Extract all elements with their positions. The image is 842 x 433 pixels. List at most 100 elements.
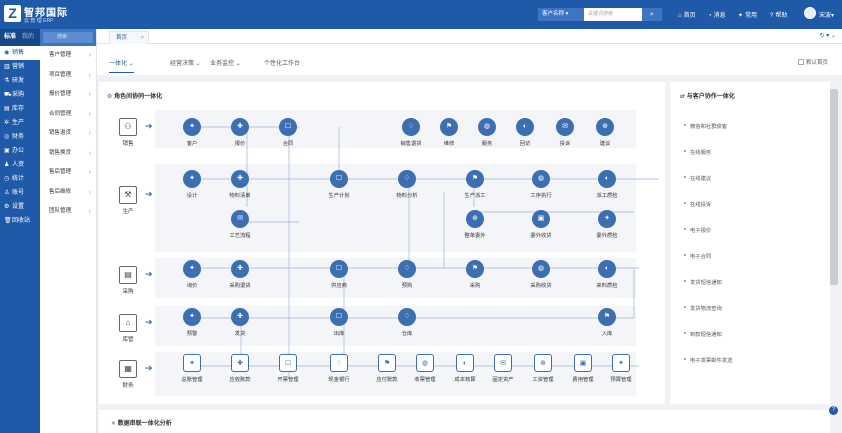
flow-node-purchase[interactable]: ✦ 询价: [172, 260, 212, 289]
flow-node-finance[interactable]: ✉ 固定资产: [483, 354, 523, 383]
sidebar-header[interactable]: 标准 我的: [0, 29, 40, 46]
customer-link[interactable]: 在线建议: [683, 174, 711, 182]
sidebar-item-2[interactable]: ⚗ 研发: [0, 74, 40, 88]
flow-node-purchase[interactable]: ☐ 供应商: [319, 260, 359, 289]
flow-node-purchase[interactable]: ⚑ 采购: [455, 260, 495, 289]
customer-link[interactable]: 在线服务: [683, 148, 711, 156]
sidebar-item-1[interactable]: ▥ 营销: [0, 60, 40, 74]
customer-link[interactable]: 电子合同: [683, 252, 711, 260]
sidebar-item-6[interactable]: ◎ 财务: [0, 130, 40, 144]
flow-node-sales[interactable]: ✦ 客户: [172, 118, 212, 147]
flow-node-finance[interactable]: ⊕ 工资管理: [523, 354, 563, 383]
submenu-item[interactable]: 合同管理: [40, 105, 96, 125]
submenu-item[interactable]: 售后维修: [40, 183, 96, 203]
flow-node-finance[interactable]: ✦ 总账管理: [172, 354, 212, 383]
avatar[interactable]: [804, 7, 816, 19]
tab-workbench[interactable]: 个性化工作台: [264, 58, 300, 67]
flow-node-sales[interactable]: ☐ 合同: [268, 118, 308, 147]
flow-node-purchase[interactable]: ♢ 预购: [387, 260, 427, 289]
default-home-checkbox[interactable]: 默认首页: [797, 58, 828, 66]
submenu-search-input[interactable]: 搜索: [43, 32, 93, 43]
sidebar-item-12[interactable]: 🗑回收站: [0, 214, 40, 228]
flow-node-purchase[interactable]: ◐ 来料质检: [587, 260, 627, 289]
flow-node-sales[interactable]: ✚ 报价: [220, 118, 260, 147]
submenu-item[interactable]: 团队管理: [40, 202, 96, 222]
customer-link[interactable]: 电子报价: [683, 226, 711, 234]
flow-node-prod[interactable]: ▣ 委外收货: [521, 210, 561, 239]
flow-node-finance[interactable]: ⚑ 应付账款: [367, 354, 407, 383]
sidebar-item-5[interactable]: ✲ 生产: [0, 116, 40, 130]
sidebar-item-9[interactable]: ◷ 统计: [0, 172, 40, 186]
sidebar-item-11[interactable]: ⚙ 设置: [0, 200, 40, 214]
flow-node-stock[interactable]: ✚ 发货: [220, 308, 260, 337]
flow-node-sales[interactable]: ⚑ 维修: [429, 118, 469, 147]
customer-link[interactable]: 电子发票邮件发送: [683, 356, 732, 364]
flow-node-sales[interactable]: ✉ 投诉: [545, 118, 585, 147]
section-title: ⇄ 与客户协作一体化: [680, 94, 735, 100]
flow-node-prod[interactable]: ⚑ 生产派工: [455, 170, 495, 199]
flow-node-finance[interactable]: ✦ 预算管理: [601, 354, 641, 383]
flow-node-finance[interactable]: ☐ 开票管理: [268, 354, 308, 383]
flow-node-finance[interactable]: ◍ 收票管理: [405, 354, 445, 383]
nav-messages[interactable]: ◔ 消息: [708, 10, 726, 19]
flow-node-purchase[interactable]: ◍ 采购收货: [521, 260, 561, 289]
flow-node-prod[interactable]: ◍ 工序执行: [521, 170, 561, 199]
submenu-item[interactable]: 销售换货: [40, 144, 96, 164]
search-input[interactable]: 关键词搜索: [588, 8, 640, 21]
flow-node-finance[interactable]: ♢ 现金银行: [319, 354, 359, 383]
flow-node-prod[interactable]: ◐ 派工质检: [587, 170, 627, 199]
sidebar-item-7[interactable]: ▣ 办公: [0, 144, 40, 158]
search-type-select[interactable]: 客户名称 ▾: [538, 8, 584, 21]
sidebar-item-10[interactable]: ♙ 账号: [0, 186, 40, 200]
submenu-item[interactable]: 报价管理: [40, 85, 96, 105]
role-icon: ▤: [119, 266, 137, 284]
global-search: 客户名称 ▾ 关键词搜索 ⌕: [538, 8, 662, 21]
search-icon[interactable]: ⌕: [642, 8, 662, 21]
submenu-item[interactable]: 客户管理: [40, 46, 96, 66]
flow-node-finance[interactable]: ✚ 应收账款: [220, 354, 260, 383]
tab-integration[interactable]: 一体化 ⌄: [109, 58, 134, 73]
flow-node-prod[interactable]: ✦ 委外质检: [587, 210, 627, 239]
flow-node-prod[interactable]: ✚ 物料清单: [220, 170, 260, 199]
help-icon[interactable]: ?: [829, 406, 838, 415]
submenu-item[interactable]: 项目管理: [40, 66, 96, 86]
flow-node-prod[interactable]: ⊕ 整单委外: [455, 210, 495, 239]
flow-node-prod[interactable]: ✦ 设计: [172, 170, 212, 199]
user-name[interactable]: 宋波▾: [819, 10, 834, 19]
nav-favorites[interactable]: ✦ 常用: [738, 10, 757, 19]
flow-node-prod[interactable]: ☐ 生产计划: [319, 170, 359, 199]
tab-actions[interactable]: ↻ ▾ ⌄: [820, 32, 836, 39]
scrollbar[interactable]: [830, 89, 838, 285]
customer-link[interactable]: 发货短信通知: [684, 278, 722, 286]
tab-home[interactable]: 首页 ×: [109, 31, 149, 44]
flow-node-stock[interactable]: ☐ 出库: [319, 308, 359, 337]
flow-node-purchase[interactable]: ✚ 采购退货: [220, 260, 260, 289]
flow-node-stock[interactable]: ♢ 仓库: [387, 308, 427, 337]
flow-node-stock[interactable]: ⚑ 入库: [587, 308, 627, 337]
flow-node-prod[interactable]: ♢ 物料分析: [387, 170, 427, 199]
submenu-item[interactable]: 售后管理: [40, 163, 96, 183]
tab-monitor[interactable]: 业务监控 ⌄: [210, 58, 241, 67]
flow-node-sales[interactable]: ⊕ 建议: [585, 118, 625, 147]
flow-node-sales[interactable]: ◍ 服务: [467, 118, 507, 147]
flow-node-prod[interactable]: ✉ 工艺流程: [220, 210, 260, 239]
nav-home[interactable]: ⌂ 首页: [678, 10, 696, 19]
nav-help[interactable]: ? 帮助: [770, 10, 787, 19]
close-icon[interactable]: ×: [141, 32, 144, 44]
customer-link[interactable]: 发货物流查询: [684, 304, 722, 312]
node-icon: ▣: [532, 210, 550, 228]
tab-decision[interactable]: 经营决策 ⌄: [170, 58, 201, 67]
sidebar-item-3[interactable]: ⛟采购: [0, 88, 40, 102]
sidebar-item-0[interactable]: ◉ 销售: [0, 46, 40, 60]
sidebar-item-8[interactable]: ♟ 人资: [0, 158, 40, 172]
flow-node-finance[interactable]: ◐ 成本核算: [445, 354, 485, 383]
customer-link[interactable]: 在线投诉: [683, 200, 711, 208]
submenu-item[interactable]: 销售退货: [40, 124, 96, 144]
flow-node-sales[interactable]: ♢ 销售退货: [391, 118, 431, 147]
customer-link[interactable]: 到款短信通知: [684, 330, 722, 338]
flow-node-stock[interactable]: ✦ 预警: [172, 308, 212, 337]
customer-link[interactable]: 微信和社群获客: [683, 122, 727, 130]
flow-node-sales[interactable]: ◐ 回访: [505, 118, 545, 147]
sidebar-item-4[interactable]: ▤ 库存: [0, 102, 40, 116]
flow-node-finance[interactable]: ▣ 费用管理: [563, 354, 603, 383]
